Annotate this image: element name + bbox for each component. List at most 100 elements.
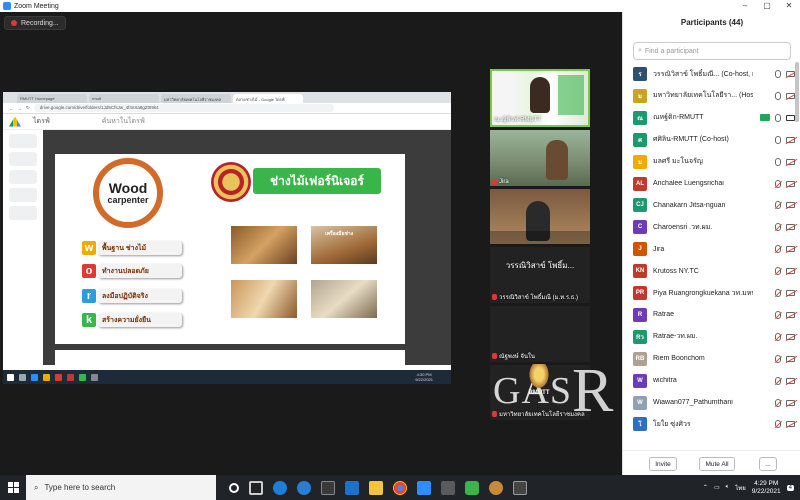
- mic-muted-icon[interactable]: [775, 289, 781, 297]
- participant-row[interactable]: ณ ณหฐ์ติก-RMUTT: [633, 108, 795, 128]
- mic-muted-icon[interactable]: [775, 201, 781, 210]
- video-off-icon[interactable]: [786, 180, 795, 187]
- line-icon[interactable]: [465, 480, 479, 495]
- sidebar-item[interactable]: [9, 170, 37, 184]
- video-off-icon[interactable]: [786, 202, 795, 209]
- mic-icon[interactable]: [775, 135, 781, 144]
- participant-row[interactable]: PR Piya Ruangrongkuekana วท.มหนคร: [633, 283, 795, 303]
- video-tile[interactable]: Jira: [490, 130, 590, 186]
- mic-muted-icon[interactable]: [775, 267, 781, 276]
- participant-search-input[interactable]: ⌕ Find a participant: [633, 42, 791, 60]
- participant-row[interactable]: โ โยใย ซุ่งศิวร: [633, 414, 795, 434]
- close-button[interactable]: ✕: [778, 0, 800, 12]
- maximize-button[interactable]: ▢: [756, 0, 778, 12]
- video-off-icon[interactable]: [786, 136, 795, 143]
- sidebar-item[interactable]: [9, 188, 37, 202]
- video-off-icon[interactable]: [786, 246, 795, 253]
- start-button[interactable]: [0, 475, 26, 500]
- reload-icon[interactable]: ↻: [26, 105, 30, 111]
- sidebar-item[interactable]: [9, 152, 37, 166]
- participant-row[interactable]: ม มหาวิทยาลัยเทคโนโลยีรา... (Host): [633, 86, 795, 106]
- back-icon[interactable]: ←: [9, 106, 14, 111]
- video-off-icon[interactable]: [786, 311, 795, 318]
- sidebar-item[interactable]: [9, 134, 37, 148]
- app-icon[interactable]: [489, 480, 503, 495]
- participant-row[interactable]: ม มลศรี มะโนจรัญ: [633, 152, 795, 172]
- edge-icon[interactable]: [273, 480, 287, 495]
- app-icon[interactable]: [441, 480, 455, 495]
- taskbar-search[interactable]: ⌕ Type here to search: [26, 475, 216, 500]
- more-button[interactable]: ...: [759, 457, 777, 471]
- mic-muted-icon[interactable]: [775, 420, 781, 429]
- browser-tab[interactable]: RMUTT Homepage: [17, 94, 87, 103]
- video-off-icon[interactable]: [786, 377, 795, 384]
- store-icon[interactable]: [321, 480, 335, 495]
- participant-row[interactable]: C Charoensri .วท.ผม.: [633, 217, 795, 237]
- video-off-icon[interactable]: [786, 71, 795, 77]
- participant-row[interactable]: W Wiawan077_Pathumthani: [633, 393, 795, 413]
- invite-button[interactable]: Invite: [649, 457, 677, 471]
- ie-icon[interactable]: [297, 480, 311, 495]
- mic-muted-icon[interactable]: [775, 354, 781, 363]
- video-off-icon[interactable]: [786, 421, 795, 428]
- scrollbar[interactable]: [795, 62, 799, 122]
- participant-row[interactable]: RB Riem Boonchom: [633, 349, 795, 369]
- participant-row[interactable]: KN Krutoss NY.TC: [633, 261, 795, 281]
- participant-row[interactable]: Wwichitra: [633, 371, 795, 391]
- mic-muted-icon[interactable]: [775, 310, 781, 319]
- video-tile[interactable]: [490, 189, 590, 244]
- mic-muted-icon[interactable]: [775, 332, 781, 341]
- participant-row[interactable]: R Ratrae: [633, 305, 795, 325]
- browser-tab[interactable]: มหาวิทยาลัยเทคโนโลยีราชมงคล: [161, 94, 231, 103]
- video-off-icon[interactable]: [786, 224, 795, 231]
- network-icon[interactable]: ▭: [714, 484, 720, 491]
- sidebar-item[interactable]: [9, 206, 37, 220]
- task-view-icon[interactable]: [249, 480, 263, 495]
- participant-row[interactable]: AL Anchalee Luengsrichai: [633, 174, 795, 194]
- participant-row[interactable]: J Jira: [633, 239, 795, 259]
- video-off-icon[interactable]: [786, 92, 795, 99]
- minimize-button[interactable]: –: [734, 0, 756, 12]
- video-tile[interactable]: วรรณิวิสาข์ โพธิ์ม... วรรณิวิสาข์ โพธิ์ม…: [490, 247, 590, 303]
- mic-muted-icon[interactable]: [775, 223, 781, 232]
- mic-icon[interactable]: [775, 70, 781, 78]
- mic-icon[interactable]: [775, 113, 781, 122]
- participant-row[interactable]: ศ ศศิลิน-RMUTT (Co-host): [633, 130, 795, 150]
- zoom-icon[interactable]: [417, 480, 431, 495]
- participant-row[interactable]: Rว Ratrae-วท.ผม.: [633, 327, 795, 347]
- mic-muted-icon[interactable]: [775, 179, 781, 188]
- recording-label: Recording...: [21, 19, 59, 27]
- video-off-icon[interactable]: [786, 355, 795, 362]
- drive-search[interactable]: ค้นหาในไดรฟ์: [102, 116, 145, 127]
- notification-badge[interactable]: 4: [786, 484, 794, 491]
- browser-tab-active[interactable]: ตลาดช่างไม้ - Google ไดรฟ์: [233, 94, 303, 103]
- video-tile[interactable]: ณ.ญ์ฟัวฬ-RMUTT: [490, 69, 590, 127]
- mic-icon[interactable]: [775, 157, 781, 166]
- video-off-icon[interactable]: [786, 290, 795, 296]
- language-indicator[interactable]: ไทย: [735, 483, 746, 493]
- participant-row[interactable]: CJ Chanakarn Jitsa-nguan: [633, 195, 795, 215]
- mute-all-button[interactable]: Mute All: [699, 457, 735, 471]
- mic-icon[interactable]: [775, 91, 781, 100]
- url-field[interactable]: drive.google.com/drive/folders/1Jd5CfsJw…: [33, 104, 334, 112]
- video-icon[interactable]: [786, 114, 795, 121]
- video-off-icon[interactable]: [786, 333, 795, 340]
- file-explorer-icon[interactable]: [369, 480, 383, 495]
- participant-row[interactable]: ร วรรณิวิสาข์ โพธิ์มณี... (Co-host, me): [633, 64, 795, 84]
- video-off-icon[interactable]: [786, 158, 795, 165]
- browser-tab[interactable]: rmutt: [89, 94, 159, 103]
- mail-icon[interactable]: [345, 480, 359, 495]
- chrome-icon[interactable]: [393, 480, 407, 495]
- recording-indicator[interactable]: Recording...: [4, 16, 66, 30]
- forward-icon[interactable]: →: [18, 106, 23, 111]
- video-off-icon[interactable]: [786, 399, 795, 406]
- mic-muted-icon[interactable]: [775, 245, 781, 254]
- cortana-icon[interactable]: [229, 482, 239, 493]
- clock[interactable]: 4:29 PM 9/22/2021: [752, 480, 781, 496]
- chevron-up-icon[interactable]: ⌃: [703, 484, 708, 491]
- mic-muted-icon[interactable]: [775, 398, 781, 407]
- video-off-icon[interactable]: [786, 268, 795, 275]
- mic-muted-icon[interactable]: [775, 376, 781, 385]
- volume-icon[interactable]: 🔈︎: [726, 484, 730, 491]
- app-icon[interactable]: [513, 480, 527, 495]
